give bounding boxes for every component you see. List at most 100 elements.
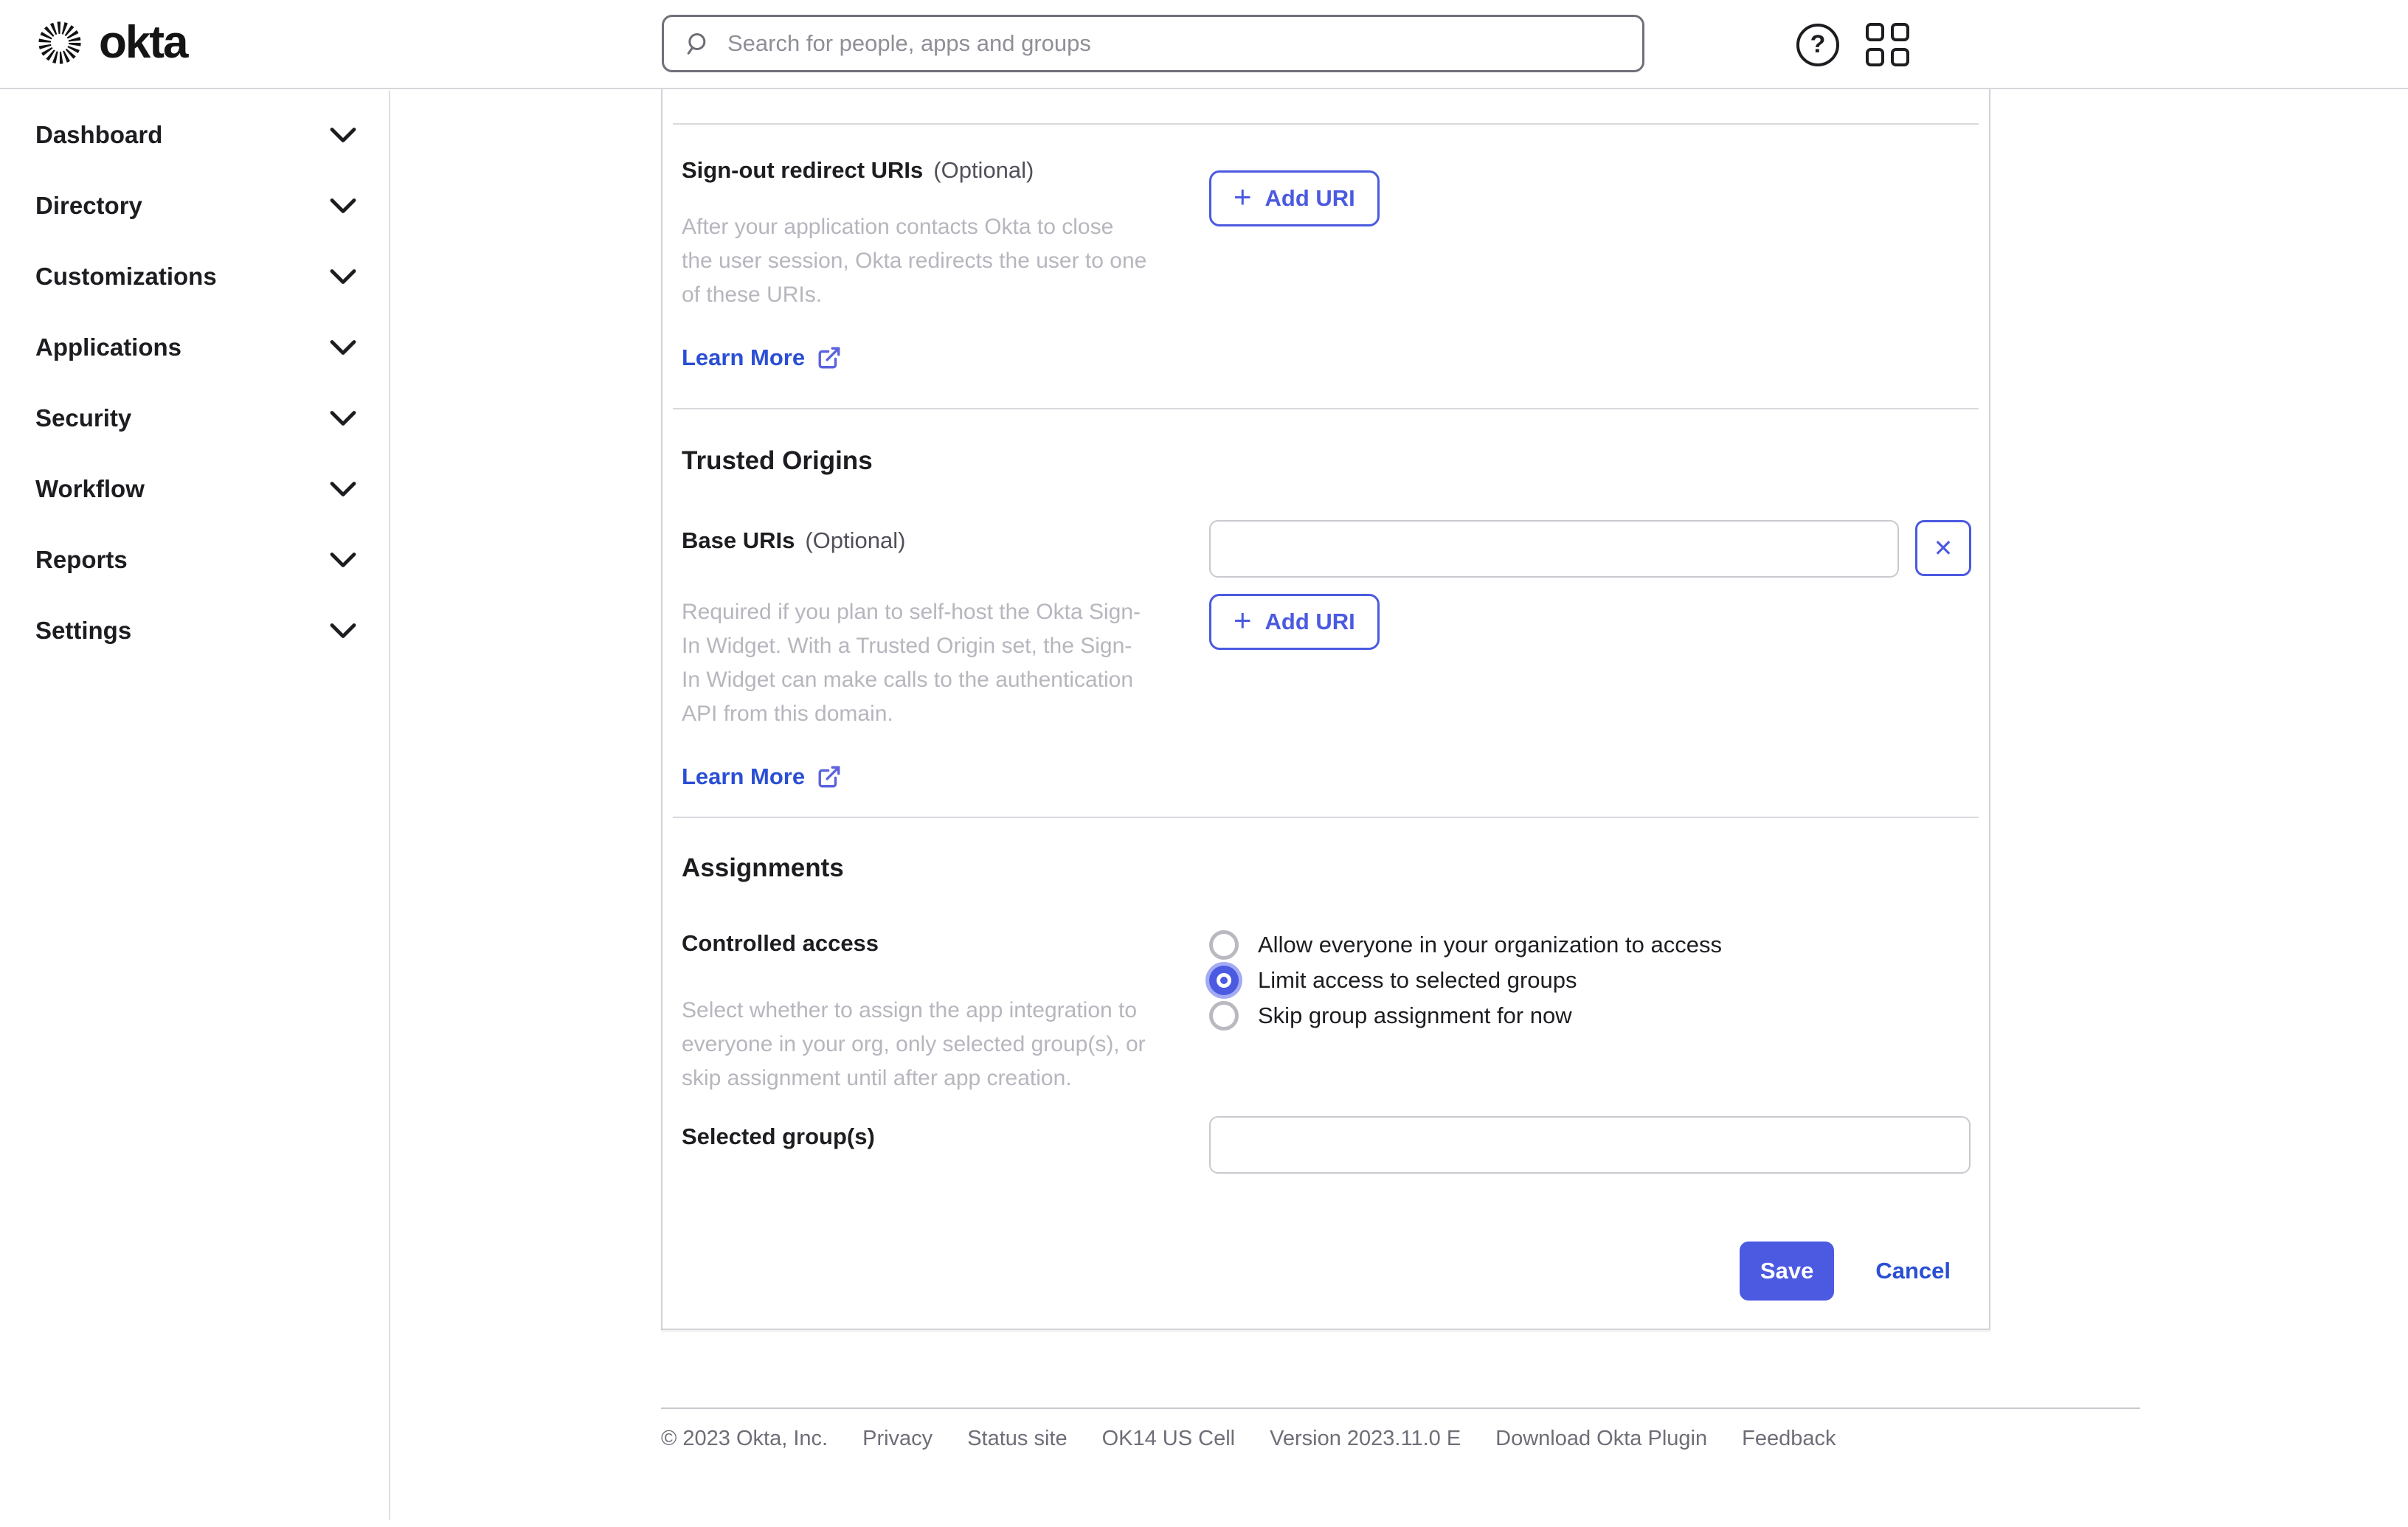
chevron-down-icon	[330, 198, 356, 213]
footer-copyright: © 2023 Okta, Inc.	[661, 1427, 828, 1450]
add-uri-label: Add URI	[1264, 609, 1355, 634]
apps-grid-icon	[1866, 48, 1884, 66]
sidebar-item-workflow[interactable]: Workflow	[0, 454, 389, 524]
selected-groups-control-column	[1209, 1116, 1979, 1174]
signout-redirect-uris-section: Sign-out redirect URIs (Optional) After …	[662, 125, 1989, 371]
help-button[interactable]: ?	[1796, 23, 1839, 66]
radio-label[interactable]: Skip group assignment for now	[1258, 1003, 1572, 1029]
base-uri-input[interactable]	[1209, 520, 1899, 578]
add-signout-uri-button[interactable]: + Add URI	[1209, 170, 1380, 226]
chevron-down-icon	[330, 128, 356, 142]
radio-indicator[interactable]	[1209, 1001, 1239, 1031]
add-base-uri-button[interactable]: + Add URI	[1209, 594, 1380, 650]
optional-tag: (Optional)	[805, 527, 906, 553]
sidebar-item-label: Applications	[35, 333, 182, 361]
external-link-icon	[818, 347, 840, 369]
top-header: okta ?	[0, 0, 2408, 89]
apps-grid-icon	[1891, 48, 1909, 66]
footer: © 2023 Okta, Inc. Privacy Status site OK…	[661, 1407, 2140, 1451]
radio-indicator[interactable]	[1209, 966, 1239, 995]
sidebar-item-label: Workflow	[35, 475, 145, 502]
learn-more-label: Learn More	[682, 344, 806, 370]
signout-label-column: Sign-out redirect URIs (Optional) After …	[682, 157, 1209, 371]
sidebar-item-reports[interactable]: Reports	[0, 524, 389, 595]
search-input[interactable]	[727, 30, 1625, 57]
sidebar-item-label: Directory	[35, 192, 142, 219]
sidebar-item-label: Security	[35, 404, 132, 432]
add-uri-label: Add URI	[1264, 185, 1355, 211]
form-actions: Save Cancel	[662, 1242, 1989, 1301]
plus-icon: +	[1234, 603, 1252, 637]
search-icon	[687, 33, 706, 55]
sidebar-item-directory[interactable]: Directory	[0, 170, 389, 241]
chevron-down-icon	[330, 623, 356, 638]
okta-sunburst-icon	[38, 21, 81, 64]
base-uris-description: Required if you plan to self-host the Ok…	[682, 600, 1141, 726]
external-link-icon	[818, 766, 840, 788]
close-icon: ✕	[1933, 535, 1954, 561]
radio-label[interactable]: Allow everyone in your organization to a…	[1258, 932, 1722, 958]
radio-label[interactable]: Limit access to selected groups	[1258, 967, 1577, 994]
save-button[interactable]: Save	[1739, 1242, 1835, 1301]
controlled-access-description: Select whether to assign the app integra…	[682, 998, 1146, 1090]
sidebar-nav: Dashboard Directory Customizations Appli…	[0, 91, 390, 1520]
header-actions: ?	[1796, 0, 1909, 89]
chevron-down-icon	[330, 482, 356, 496]
radio-option-skip-assignment[interactable]: Skip group assignment for now	[1209, 1001, 1979, 1031]
sidebar-item-applications[interactable]: Applications	[0, 312, 389, 383]
sidebar-item-label: Customizations	[35, 263, 217, 290]
footer-link-cell[interactable]: OK14 US Cell	[1102, 1427, 1236, 1451]
sidebar-item-label: Settings	[35, 617, 132, 644]
controlled-access-section: Controlled access Select whether to assi…	[662, 930, 1989, 1095]
okta-logo[interactable]: okta	[37, 17, 188, 68]
okta-wordmark: okta	[99, 17, 188, 68]
selected-groups-label: Selected group(s)	[682, 1123, 875, 1149]
selected-groups-label-column: Selected group(s)	[682, 1116, 1209, 1174]
learn-more-link[interactable]: Learn More	[682, 764, 842, 790]
signout-description: After your application contacts Okta to …	[682, 215, 1147, 307]
sidebar-item-customizations[interactable]: Customizations	[0, 241, 389, 312]
learn-more-link[interactable]: Learn More	[682, 344, 842, 371]
sidebar-item-label: Dashboard	[35, 121, 163, 148]
sidebar-item-label: Reports	[35, 546, 128, 573]
controlled-access-radio-group: Allow everyone in your organization to a…	[1209, 930, 1979, 1095]
learn-more-label: Learn More	[682, 764, 806, 789]
selected-groups-input[interactable]	[1209, 1116, 1971, 1174]
footer-link-download-plugin[interactable]: Download Okta Plugin	[1495, 1427, 1707, 1451]
sidebar-item-dashboard[interactable]: Dashboard	[0, 100, 389, 170]
global-search	[662, 15, 1644, 72]
base-uris-label: Base URIs	[682, 527, 795, 553]
trusted-origins-heading: Trusted Origins	[682, 446, 873, 475]
footer-version: Version 2023.11.0 E	[1270, 1427, 1461, 1450]
chevron-down-icon	[330, 553, 356, 567]
apps-launcher-button[interactable]	[1866, 23, 1909, 66]
radio-option-limit-groups[interactable]: Limit access to selected groups	[1209, 966, 1979, 995]
radio-option-allow-everyone[interactable]: Allow everyone in your organization to a…	[1209, 930, 1979, 960]
footer-link-status-site[interactable]: Status site	[967, 1427, 1067, 1451]
signout-control-column: + Add URI	[1209, 157, 1979, 371]
base-uris-control-column: ✕ + Add URI	[1209, 520, 1979, 790]
page: okta ? Dashboard Directory	[0, 0, 2408, 1527]
base-uris-section: Base URIs (Optional) Required if you pla…	[662, 520, 1989, 790]
content-card: Sign-out redirect URIs (Optional) After …	[661, 89, 1990, 1330]
optional-tag: (Optional)	[933, 157, 1034, 183]
base-uris-label-column: Base URIs (Optional) Required if you pla…	[682, 520, 1209, 790]
sidebar-item-security[interactable]: Security	[0, 383, 389, 454]
controlled-access-label-column: Controlled access Select whether to assi…	[682, 930, 1209, 1095]
cancel-button[interactable]: Cancel	[1875, 1258, 1951, 1284]
question-mark-icon: ?	[1810, 30, 1826, 58]
apps-grid-icon	[1891, 23, 1909, 41]
radio-indicator[interactable]	[1209, 930, 1239, 960]
apps-grid-icon	[1866, 23, 1884, 41]
footer-link-privacy[interactable]: Privacy	[862, 1427, 933, 1451]
footer-link-feedback[interactable]: Feedback	[1742, 1427, 1836, 1451]
chevron-down-icon	[330, 340, 356, 355]
controlled-access-label: Controlled access	[682, 930, 879, 956]
assignments-heading: Assignments	[682, 853, 844, 882]
sidebar-item-settings[interactable]: Settings	[0, 595, 389, 666]
remove-uri-button[interactable]: ✕	[1915, 520, 1971, 576]
chevron-down-icon	[330, 269, 356, 284]
chevron-down-icon	[330, 411, 356, 426]
plus-icon: +	[1234, 179, 1252, 214]
signout-redirect-uris-label: Sign-out redirect URIs	[682, 157, 924, 183]
